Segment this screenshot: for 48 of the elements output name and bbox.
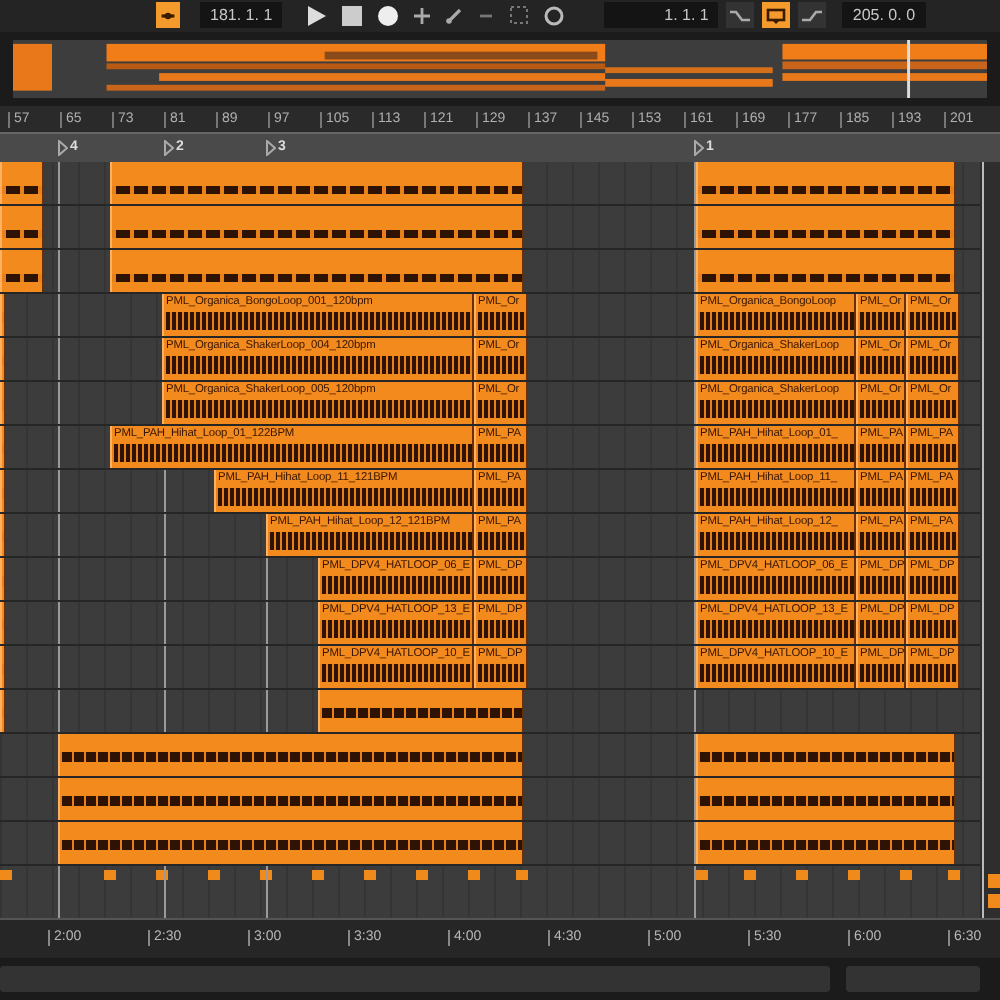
loop-button[interactable] [762,2,791,29]
audio-clip[interactable] [58,734,524,777]
metronome-button[interactable] [540,2,569,29]
loop-icon [766,7,787,24]
audio-clip[interactable] [0,602,6,645]
stop-button[interactable] [338,2,367,29]
audio-clip[interactable] [0,426,6,469]
audio-clip[interactable] [0,470,6,513]
audio-clip[interactable] [696,162,956,205]
audio-clip[interactable] [0,294,6,337]
locator-flag-icon[interactable] [164,140,174,157]
locator-flag-icon[interactable] [694,140,704,157]
audio-clip[interactable] [0,690,6,733]
audio-clip[interactable] [0,162,44,205]
audio-clip[interactable] [0,646,6,689]
follow-button[interactable] [156,2,180,29]
add-button[interactable] [410,2,435,29]
curve-icon [802,7,823,24]
audio-clip[interactable] [0,558,6,601]
audio-clip[interactable] [0,338,6,381]
audio-clip[interactable] [696,734,956,777]
record-button[interactable] [374,2,403,29]
punch-button[interactable] [726,2,755,29]
audio-clip[interactable] [110,162,524,205]
audio-clip[interactable] [0,250,44,293]
locator-flag-icon[interactable] [58,140,68,157]
locator-flag-icon[interactable] [266,140,276,157]
audio-clip[interactable] [110,250,524,293]
audio-clip[interactable] [0,514,6,557]
status-field [846,965,980,992]
audio-clip[interactable] [0,206,44,249]
audio-clip[interactable] [58,822,524,865]
audio-clip[interactable] [318,690,524,733]
position-field[interactable]: 205. 0. 0 [842,2,926,29]
selection-button[interactable] [506,2,533,29]
audio-clip[interactable] [696,778,956,821]
punch-button[interactable] [798,2,827,29]
play-button[interactable] [302,2,331,29]
audio-clip[interactable] [110,206,524,249]
audio-clip[interactable] [58,778,524,821]
position-field[interactable]: 181. 1. 1 [200,2,283,29]
audio-clip[interactable] [696,206,956,249]
curve-icon [730,7,751,24]
audio-clip[interactable] [696,250,956,293]
position-field[interactable]: 1. 1. 1 [604,2,719,29]
follow-icon [160,7,176,24]
audio-clip[interactable] [696,822,956,865]
audio-clip[interactable] [0,382,6,425]
